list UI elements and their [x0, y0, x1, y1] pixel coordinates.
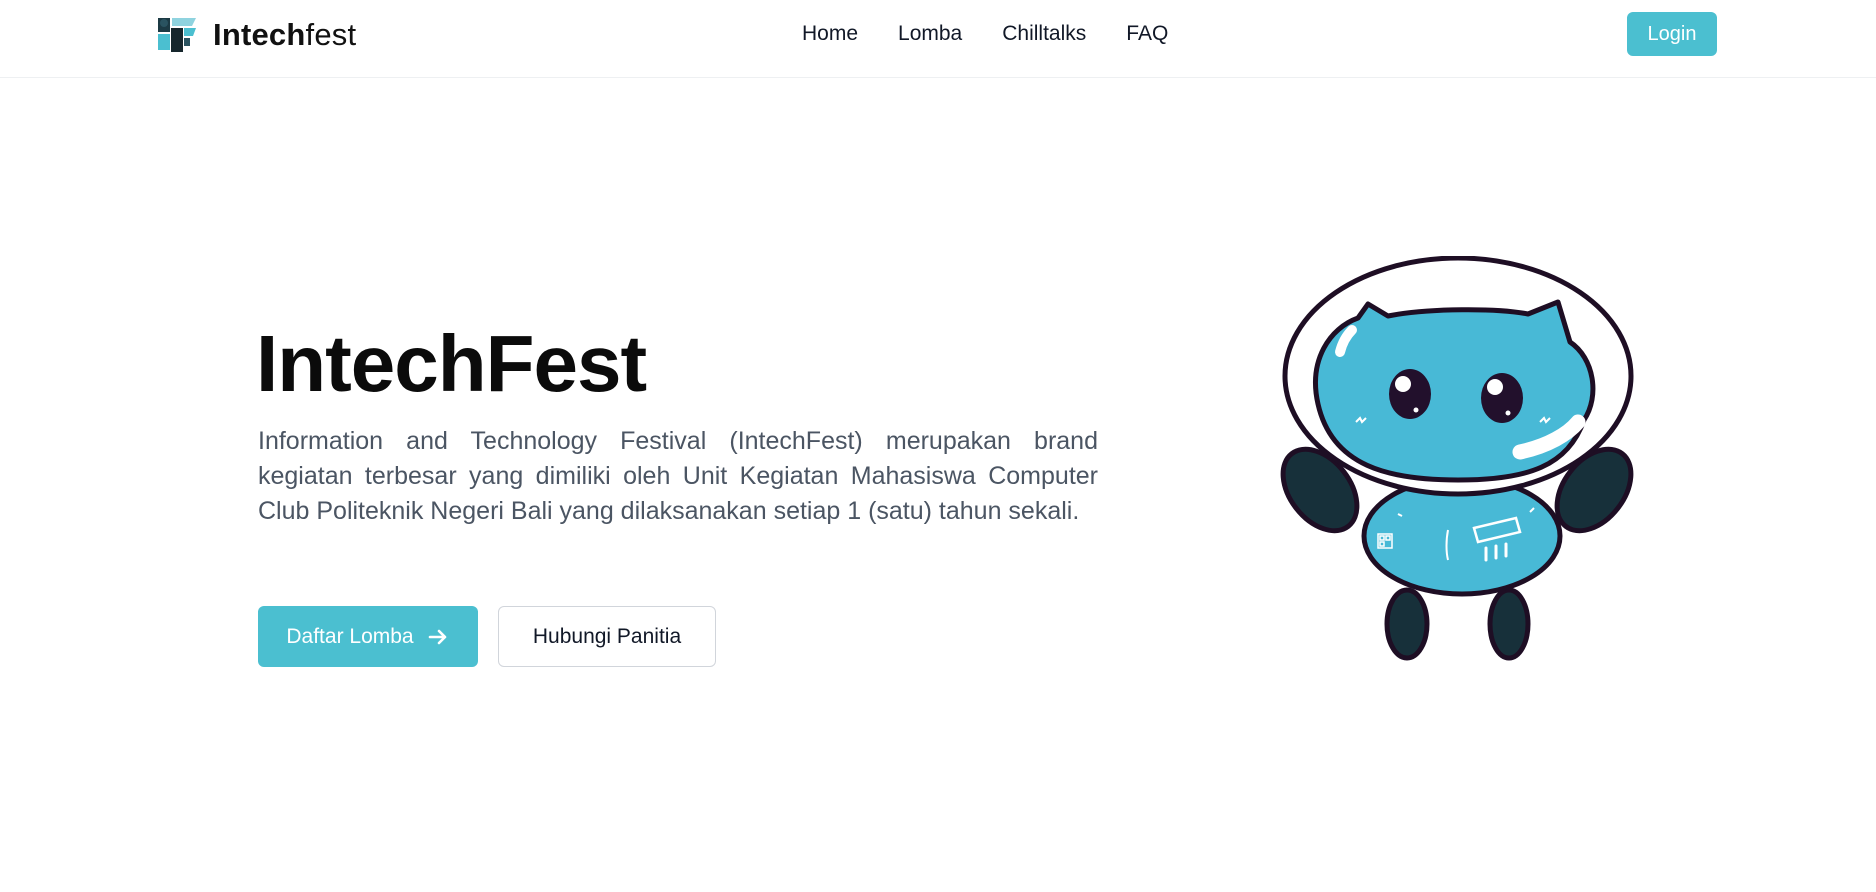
login-button[interactable]: Login	[1627, 12, 1717, 56]
navbar: Intechfest Home Lomba Chilltalks FAQ Log…	[0, 0, 1876, 78]
intechfest-logo-icon	[158, 18, 196, 52]
nav-link-chilltalks[interactable]: Chilltalks	[1002, 22, 1086, 46]
astronaut-cat-mascot	[1280, 256, 1634, 661]
nav-link-faq[interactable]: FAQ	[1126, 22, 1168, 46]
daftar-lomba-label: Daftar Lomba	[286, 624, 414, 648]
daftar-lomba-button[interactable]: Daftar Lomba	[258, 606, 478, 667]
brand-logo[interactable]: Intechfest	[158, 16, 356, 54]
brand-name-light: fest	[305, 17, 357, 52]
brand-name-bold: Intech	[213, 17, 306, 52]
arrow-right-icon	[428, 629, 446, 644]
hero-description: Information and Technology Festival (Int…	[258, 427, 1098, 525]
nav-link-home[interactable]: Home	[802, 22, 858, 46]
hero-title: IntechFest	[256, 319, 647, 408]
hubungi-panitia-button[interactable]: Hubungi Panitia	[498, 606, 716, 667]
brand-name: Intechfest	[213, 17, 356, 53]
main-nav: Home Lomba Chilltalks FAQ	[802, 22, 1168, 46]
nav-link-lomba[interactable]: Lomba	[898, 22, 962, 46]
